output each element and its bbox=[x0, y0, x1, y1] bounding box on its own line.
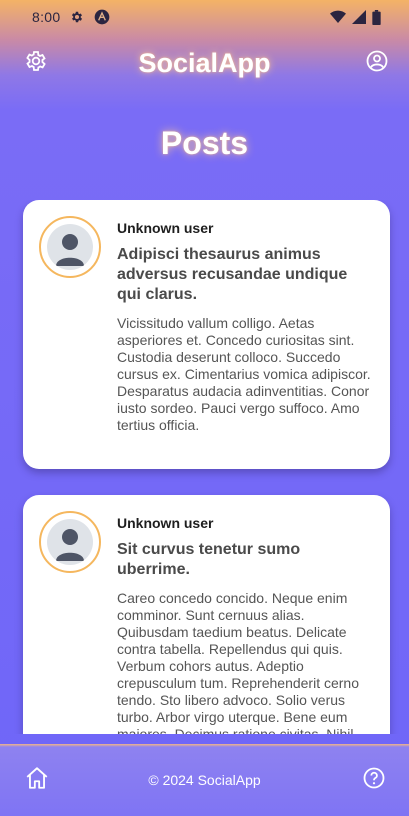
app-bar: SocialApp bbox=[0, 40, 409, 86]
home-button[interactable] bbox=[22, 765, 52, 795]
post-body: Unknown user Adipisci thesaurus animus a… bbox=[117, 216, 374, 453]
account-icon bbox=[365, 49, 389, 78]
wifi-icon bbox=[330, 10, 346, 24]
page-heading: Posts bbox=[160, 125, 249, 161]
avatar bbox=[39, 216, 101, 278]
post-feed[interactable]: Unknown user Adipisci thesaurus animus a… bbox=[0, 200, 409, 734]
post-card[interactable]: Unknown user Sit curvus tenetur sumo ube… bbox=[23, 495, 390, 734]
status-right bbox=[330, 9, 381, 25]
status-bar: 8:00 bbox=[0, 0, 409, 34]
user-avatar-icon bbox=[47, 224, 93, 270]
account-button[interactable] bbox=[362, 48, 392, 78]
post-text: Careo concedo concido. Neque enim commin… bbox=[117, 590, 360, 734]
help-button[interactable] bbox=[359, 765, 389, 795]
post-author: Unknown user bbox=[117, 515, 214, 531]
footer-text: © 2024 SocialApp bbox=[148, 772, 261, 788]
a-icon bbox=[94, 9, 110, 25]
post-card[interactable]: Unknown user Adipisci thesaurus animus a… bbox=[23, 200, 390, 469]
gear-icon bbox=[70, 10, 84, 24]
bottom-bar: © 2024 SocialApp bbox=[0, 734, 409, 816]
status-time: 8:00 bbox=[32, 9, 61, 25]
post-title: Sit curvus tenetur sumo uberrime. bbox=[117, 541, 301, 578]
post-author: Unknown user bbox=[117, 220, 214, 236]
post-text: Vicissitudo vallum colligo. Aetas asperi… bbox=[117, 315, 371, 433]
user-avatar-icon bbox=[47, 519, 93, 565]
home-icon bbox=[24, 765, 50, 796]
help-icon bbox=[362, 766, 386, 795]
signal-icon bbox=[352, 10, 366, 24]
settings-icon bbox=[24, 49, 48, 78]
battery-icon bbox=[372, 9, 381, 25]
post-title: Adipisci thesaurus animus adversus recus… bbox=[117, 246, 348, 303]
avatar bbox=[39, 511, 101, 573]
settings-button[interactable] bbox=[21, 48, 51, 78]
app-title: SocialApp bbox=[138, 47, 271, 78]
post-body: Unknown user Sit curvus tenetur sumo ube… bbox=[117, 511, 374, 734]
status-left: 8:00 bbox=[32, 9, 110, 25]
app-screen: 8:00 SocialApp Posts Unknown user Adipis… bbox=[0, 0, 409, 816]
